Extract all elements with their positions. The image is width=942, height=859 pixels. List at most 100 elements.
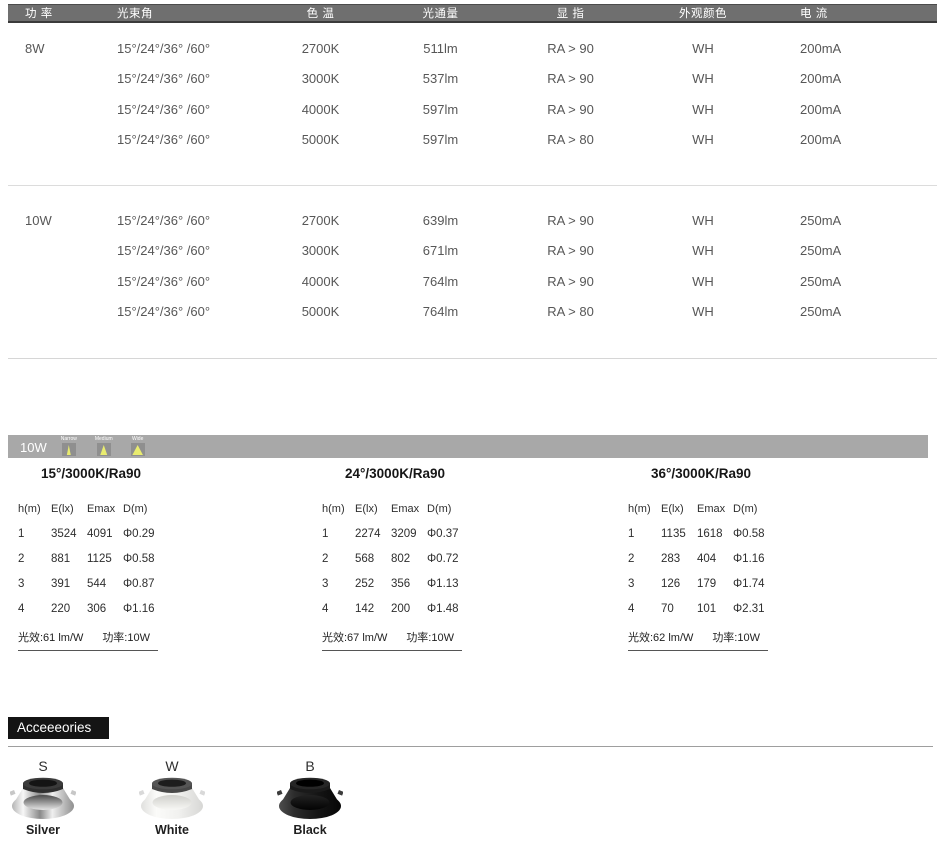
photometric-table-36deg: 36°/3000K/Ra90 h(m) E(lx) Emax D(m) 1 11… <box>628 465 774 651</box>
ph-cell: 1 <box>628 528 661 540</box>
cell-current: 200mA <box>768 41 937 56</box>
ph-cell: 101 <box>697 603 733 615</box>
cell-current: 200mA <box>768 132 937 147</box>
col-header-cct: 色 温 <box>263 5 378 21</box>
col-header-beam-angle: 光束角 <box>103 5 263 21</box>
cell-cri: RA > 90 <box>503 102 638 117</box>
table-row: 15°/24°/36° /60° 5000K 764lm RA > 80 WH … <box>8 297 937 328</box>
ph-col-emax: Emax <box>391 503 427 515</box>
table-row: 15°/24°/36° /60° 3000K 671lm RA > 90 WH … <box>8 236 937 267</box>
cell-appearance: WH <box>638 102 768 117</box>
ph-cell: 3 <box>628 578 661 590</box>
ph-col-elx: E(lx) <box>355 503 391 515</box>
ph-cell: Φ0.37 <box>427 528 468 540</box>
accessory-white: W <box>139 757 205 837</box>
col-header-flux: 光通量 <box>378 5 503 21</box>
beam-icons: Narrow Medium Wide <box>61 436 145 456</box>
cell-appearance: WH <box>638 132 768 147</box>
efficacy-value: 光效:62 lm/W <box>628 629 693 645</box>
photometric-footer: 光效:61 lm/W 功率:10W <box>18 629 158 651</box>
accessory-label: Silver <box>10 823 76 837</box>
accessories-divider <box>8 746 933 747</box>
table-row: 15°/24°/36° /60° 5000K 597lm RA > 80 WH … <box>8 125 937 156</box>
photometric-footer: 光效:62 lm/W 功率:10W <box>628 629 768 651</box>
cell-cct: 4000K <box>263 274 378 289</box>
ph-cell: Φ0.58 <box>733 528 774 540</box>
ph-cell: 306 <box>87 603 123 615</box>
ph-cell: Φ1.74 <box>733 578 774 590</box>
ph-cell: 70 <box>661 603 697 615</box>
spec-table-section: 功 率 光束角 色 温 光通量 显 指 外观颜色 电 流 8W 15°/24°/… <box>8 4 937 155</box>
power-banner-label: 10W <box>20 440 47 455</box>
cell-flux: 537lm <box>378 71 503 86</box>
photometric-table-24deg: 24°/3000K/Ra90 h(m) E(lx) Emax D(m) 1 22… <box>322 465 468 651</box>
photometric-table-title: 36°/3000K/Ra90 <box>628 465 774 482</box>
ph-cell: 1125 <box>87 553 123 565</box>
ph-cell: 1 <box>18 528 51 540</box>
beam-cone-icon <box>131 443 145 456</box>
ph-cell: 4 <box>322 603 355 615</box>
cell-cri: RA > 80 <box>503 304 638 319</box>
table-row: 8W 15°/24°/36° /60° 2700K 511lm RA > 90 … <box>8 33 937 64</box>
cell-beam-angle: 15°/24°/36° /60° <box>103 213 263 228</box>
efficacy-value: 光效:67 lm/W <box>322 629 387 645</box>
ph-cell: 3 <box>18 578 51 590</box>
cell-cct: 2700K <box>263 213 378 228</box>
table-row: 10W 15°/24°/36° /60° 2700K 639lm RA > 90… <box>8 205 937 236</box>
table-row: 15°/24°/36° /60° 4000K 764lm RA > 90 WH … <box>8 266 937 297</box>
ph-cell: 4091 <box>87 528 123 540</box>
cell-flux: 597lm <box>378 102 503 117</box>
col-header-cri: 显 指 <box>503 5 638 21</box>
cell-current: 250mA <box>768 304 937 319</box>
cell-beam-angle: 15°/24°/36° /60° <box>103 304 263 319</box>
ph-cell: 200 <box>391 603 427 615</box>
cell-cct: 4000K <box>263 102 378 117</box>
section-divider <box>8 185 937 186</box>
cell-cct: 3000K <box>263 71 378 86</box>
ph-cell: 3524 <box>51 528 87 540</box>
beam-icon-label: Narrow <box>61 436 77 442</box>
cell-beam-angle: 15°/24°/36° /60° <box>103 41 263 56</box>
cell-cri: RA > 90 <box>503 41 638 56</box>
ph-cell: Φ1.13 <box>427 578 468 590</box>
ph-cell: 3209 <box>391 528 427 540</box>
ph-cell: 544 <box>87 578 123 590</box>
power-value: 功率:10W <box>712 629 768 645</box>
ph-col-h: h(m) <box>628 503 661 515</box>
photometric-grid: h(m) E(lx) Emax D(m) 1 2274 3209 Φ0.37 2… <box>322 496 468 621</box>
beam-icon-label: Medium <box>95 436 113 442</box>
power-value: 功率:10W <box>406 629 462 645</box>
white-trim-image <box>139 777 205 821</box>
cell-appearance: WH <box>638 71 768 86</box>
medium-beam-icon: Medium <box>95 436 113 456</box>
cell-appearance: WH <box>638 243 768 258</box>
accessories-section: Acceeeories S <box>8 717 937 852</box>
black-trim-image <box>277 777 343 821</box>
cell-flux: 671lm <box>378 243 503 258</box>
silver-trim-image <box>10 777 76 821</box>
accessory-label: White <box>139 823 205 837</box>
photometric-grid: h(m) E(lx) Emax D(m) 1 1135 1618 Φ0.58 2… <box>628 496 774 621</box>
col-header-appearance: 外观颜色 <box>638 5 768 21</box>
ph-col-d: D(m) <box>123 503 164 515</box>
cell-cri: RA > 90 <box>503 243 638 258</box>
accessories-title: Acceeeories <box>8 717 109 739</box>
ph-col-d: D(m) <box>427 503 468 515</box>
beam-cone-icon <box>97 443 111 456</box>
cell-cri: RA > 90 <box>503 71 638 86</box>
cell-beam-angle: 15°/24°/36° /60° <box>103 71 263 86</box>
ph-cell: Φ0.29 <box>123 528 164 540</box>
narrow-beam-icon: Narrow <box>61 436 77 456</box>
cell-flux: 764lm <box>378 274 503 289</box>
cell-cri: RA > 80 <box>503 132 638 147</box>
ph-cell: Φ0.87 <box>123 578 164 590</box>
ph-col-elx: E(lx) <box>661 503 697 515</box>
ph-cell: 881 <box>51 553 87 565</box>
cell-flux: 764lm <box>378 304 503 319</box>
ph-cell: Φ1.48 <box>427 603 468 615</box>
beam-cone-icon <box>62 443 76 456</box>
power-value: 功率:10W <box>102 629 158 645</box>
ph-cell: 2 <box>18 553 51 565</box>
ph-cell: 4 <box>18 603 51 615</box>
ph-cell: 283 <box>661 553 697 565</box>
